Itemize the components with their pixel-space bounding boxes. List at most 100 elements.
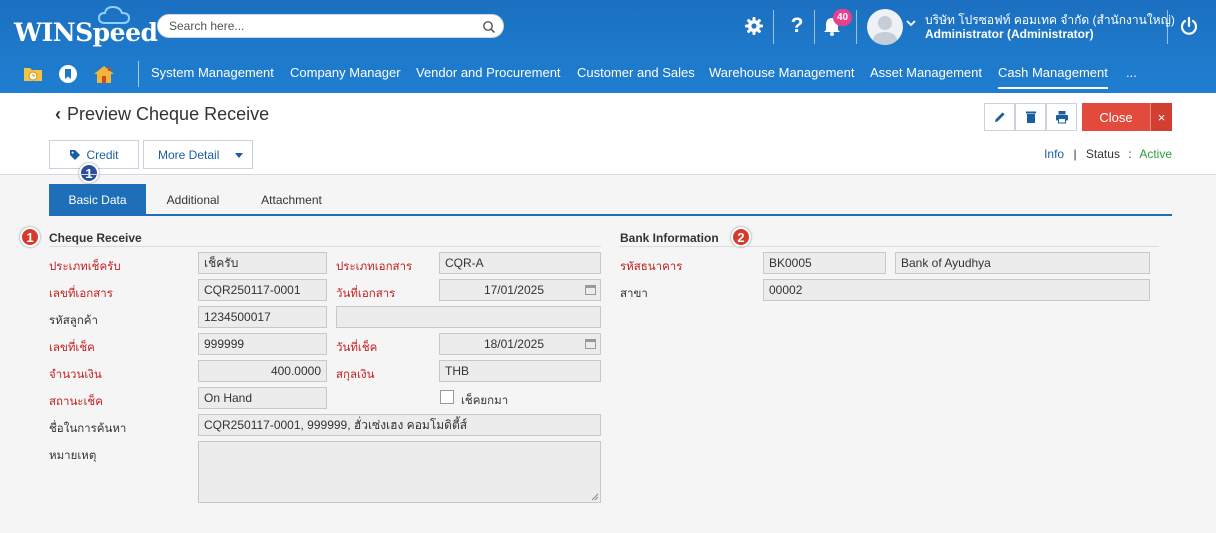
close-x-button[interactable]: × — [1150, 103, 1172, 131]
doc-date-value: 17/01/2025 — [483, 283, 544, 297]
winspeed-logo[interactable]: WINSpeed — [14, 18, 158, 47]
nav-cash-management[interactable]: Cash Management — [998, 65, 1108, 89]
info-link[interactable]: Info — [1044, 147, 1064, 161]
nav-company-manager[interactable]: Company Manager — [290, 65, 401, 80]
nav-asset-management[interactable]: Asset Management — [870, 65, 982, 80]
tab-attachment[interactable]: Attachment — [240, 184, 343, 215]
label-cheque-return: เช็คยกมา — [461, 395, 509, 407]
label-cheque-type: ประเภทเช็ครับ — [49, 261, 121, 273]
tab-additional[interactable]: Additional — [146, 184, 240, 215]
nav-vendor-procurement[interactable]: Vendor and Procurement — [416, 65, 561, 80]
chevron-down-icon[interactable] — [906, 19, 916, 27]
top-header: WINSpeed ? 40 — [0, 0, 1216, 93]
field-customer-name[interactable] — [336, 306, 601, 328]
printer-icon — [1055, 111, 1068, 124]
status-line: Info | Status : Active — [1044, 147, 1172, 161]
field-doc-type[interactable]: CQR-A — [439, 252, 601, 274]
section-divider — [620, 246, 1159, 247]
page-title-row: ‹ Preview Cheque Receive — [55, 104, 269, 125]
cheque-date-value: 18/01/2025 — [483, 337, 544, 351]
folder-button[interactable] — [22, 63, 44, 85]
edit-button[interactable] — [984, 103, 1015, 131]
page-title: Preview Cheque Receive — [67, 104, 270, 124]
field-bank-code[interactable]: BK0005 — [763, 252, 886, 274]
field-customer-code[interactable]: 1234500017 — [198, 306, 327, 328]
home-icon — [94, 66, 114, 83]
search-icon[interactable] — [482, 20, 496, 34]
nav-warehouse-management[interactable]: Warehouse Management — [709, 65, 855, 80]
field-currency[interactable]: THB — [439, 360, 601, 382]
global-search[interactable] — [157, 14, 504, 38]
label-doc-date: วันที่เอกสาร — [336, 288, 396, 300]
marker-1-red: 1 — [20, 227, 40, 247]
notification-badge: 40 — [833, 9, 852, 26]
label-cheque-status: สถานะเช็ค — [49, 396, 103, 408]
tab-underline — [49, 214, 1172, 216]
avatar[interactable] — [867, 9, 903, 45]
field-doc-no[interactable]: CQR250117-0001 — [198, 279, 327, 301]
field-branch[interactable]: 00002 — [763, 279, 1150, 301]
header-divider — [1167, 10, 1168, 44]
label-remark: หมายเหตุ — [49, 450, 97, 462]
field-bank-name[interactable]: Bank of Ayudhya — [895, 252, 1150, 274]
nav-customer-sales[interactable]: Customer and Sales — [577, 65, 695, 80]
field-cheque-no[interactable]: 999999 — [198, 333, 327, 355]
search-input[interactable] — [169, 19, 469, 33]
label-cheque-no: เลขที่เช็ค — [49, 342, 95, 354]
tag-icon — [70, 149, 81, 160]
header-divider — [814, 10, 815, 44]
user-name: Administrator (Administrator) — [925, 27, 1094, 41]
label-customer-code: รหัสลูกค้า — [49, 315, 98, 327]
label-cheque-date: วันที่เช็ค — [336, 342, 378, 354]
home-button[interactable] — [93, 63, 115, 85]
field-doc-date[interactable]: 17/01/2025 — [439, 279, 601, 301]
print-button[interactable] — [1046, 103, 1077, 131]
header-divider — [856, 10, 857, 44]
nav-divider — [138, 61, 139, 87]
bookmark-button[interactable] — [57, 63, 79, 85]
label-currency: สกุลเงิน — [336, 369, 375, 381]
nav-more[interactable]: ... — [1126, 65, 1137, 80]
section-divider — [49, 246, 601, 247]
logout-button[interactable] — [1175, 12, 1203, 40]
close-button[interactable]: Close — [1082, 103, 1150, 131]
label-doc-no: เลขที่เอกสาร — [49, 288, 113, 300]
field-amount[interactable]: 400.0000 — [198, 360, 327, 382]
field-cheque-date[interactable]: 18/01/2025 — [439, 333, 601, 355]
nav-system-management[interactable]: System Management — [151, 65, 274, 80]
cheque-return-checkbox[interactable] — [440, 390, 454, 404]
label-bank-code: รหัสธนาคาร — [620, 261, 683, 273]
bookmark-icon — [59, 65, 77, 83]
credit-label: Credit — [86, 147, 119, 162]
cloud-icon — [97, 5, 131, 24]
section-title-cheque: Cheque Receive — [49, 231, 142, 245]
back-chevron-icon[interactable]: ‹ — [55, 104, 61, 125]
label-search-name: ชื่อในการค้นหา — [49, 423, 127, 435]
more-detail-label: More Detail — [158, 147, 220, 162]
calendar-icon[interactable] — [585, 284, 596, 295]
settings-button[interactable] — [740, 12, 768, 40]
folder-clock-icon — [24, 68, 42, 81]
marker-1-blue: 1 — [79, 163, 99, 183]
more-detail-button[interactable]: More Detail — [143, 140, 253, 169]
tab-basic-data[interactable]: Basic Data — [49, 184, 146, 215]
label-amount: จำนวนเงิน — [49, 369, 102, 381]
label-branch: สาขา — [620, 288, 648, 300]
resize-handle-icon[interactable] — [591, 493, 599, 501]
field-search-name[interactable]: CQR250117-0001, 999999, ฮั่วเซ่งเฮง คอมโ… — [198, 414, 601, 436]
calendar-icon[interactable] — [585, 338, 596, 349]
field-cheque-type[interactable]: เช็ครับ — [198, 252, 327, 274]
divider — [0, 174, 1216, 175]
gear-icon — [745, 17, 763, 35]
power-icon — [1180, 16, 1198, 35]
user-silhouette-icon — [872, 16, 898, 45]
section-title-bank: Bank Information — [620, 231, 719, 245]
marker-2-red: 2 — [731, 227, 751, 247]
field-remark[interactable] — [198, 441, 601, 503]
help-button[interactable]: ? — [783, 12, 811, 40]
status-colon: : — [1128, 147, 1132, 161]
delete-button[interactable] — [1015, 103, 1046, 131]
header-divider — [773, 10, 774, 44]
field-cheque-status[interactable]: On Hand — [198, 387, 327, 409]
status-label: Status — [1085, 147, 1120, 161]
